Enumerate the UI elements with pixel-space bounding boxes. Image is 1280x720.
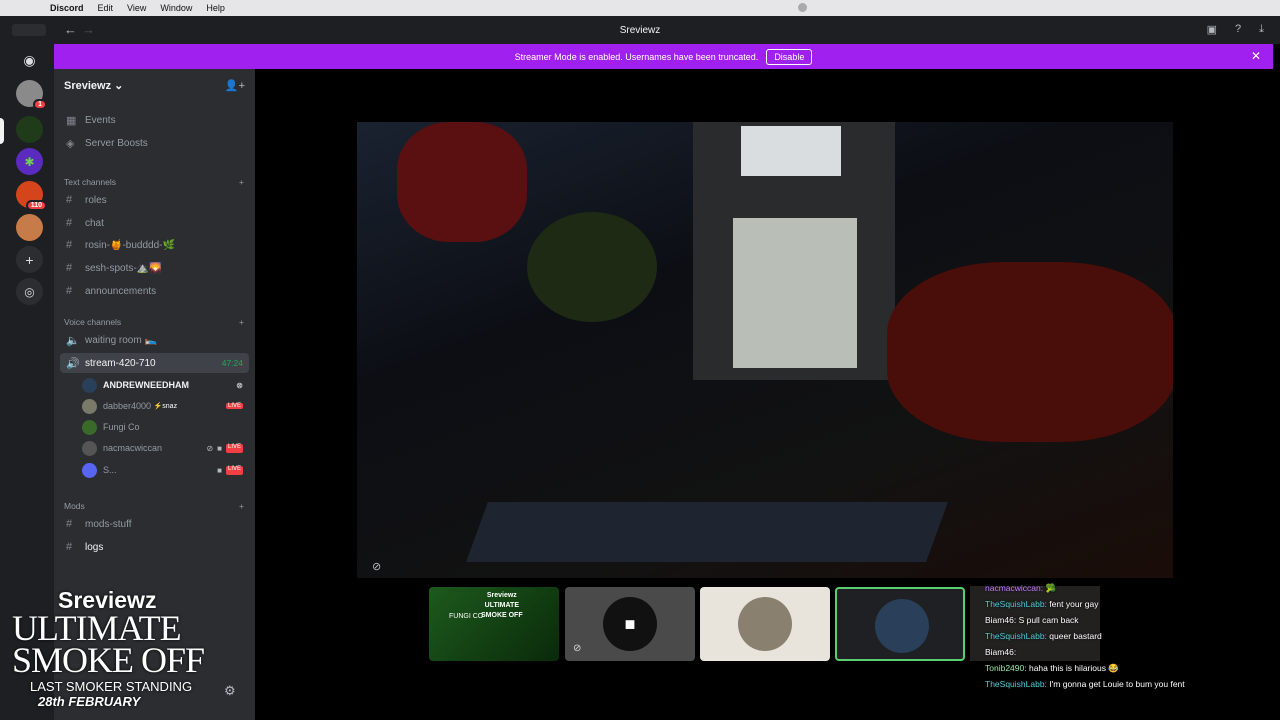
mention-badge: 1 (33, 99, 47, 110)
camera-icon: ■ (217, 443, 222, 453)
channel-chat[interactable]: # chat (60, 213, 249, 233)
main-video-stream[interactable] (357, 122, 1173, 578)
chat-message: nacmacwiccan: 🥦 (985, 583, 1057, 593)
avatar (82, 440, 97, 456)
voice-stream-420-710[interactable]: 🔊 stream-420-710 47:24 (60, 353, 249, 373)
menu-view[interactable]: View (127, 3, 146, 13)
live-badge: LIVE (225, 465, 243, 475)
add-channel-icon[interactable]: + (239, 177, 244, 187)
muted-icon: ⊘ (206, 443, 214, 453)
close-icon[interactable]: ✕ (1251, 49, 1261, 63)
download-icon[interactable]: ⤓ (1259, 23, 1264, 36)
category-voice-channels[interactable]: Voice channels + (64, 317, 244, 327)
overlay-date: 28th FEBRUARY (38, 694, 141, 709)
camera-icon: ■ (603, 597, 657, 651)
voice-timer: 47:24 (221, 358, 243, 368)
category-text-channels[interactable]: Text channels + (64, 177, 244, 187)
banner-text: Streamer Mode is enabled. Usernames have… (514, 51, 759, 62)
server-icon-active[interactable] (16, 116, 43, 143)
add-server-icon[interactable]: + (16, 246, 43, 273)
voice-member[interactable]: S... ■ LIVE (82, 460, 249, 480)
overlay-subtitle: LAST SMOKER STANDING (30, 679, 193, 694)
add-channel-icon[interactable]: + (239, 501, 244, 511)
server-icon[interactable]: ✱ (16, 148, 43, 175)
keyboard (466, 502, 948, 562)
server-icon[interactable]: 1 (16, 80, 47, 110)
menu-window[interactable]: Window (160, 3, 192, 13)
channel-logs[interactable]: # logs (60, 537, 249, 557)
chat-message: TheSquishLabb: I'm gonna get Louie to bu… (985, 679, 1185, 689)
chat-message: TheSquishLabb: fent your gay (985, 599, 1099, 609)
menu-help[interactable]: Help (206, 3, 225, 13)
chat-message: Biam46: S pull cam back (985, 615, 1079, 625)
muted-icon: ⊘ (573, 643, 582, 654)
calendar-icon: ▦ (66, 114, 77, 127)
menu-edit[interactable]: Edit (98, 3, 114, 13)
avatar (82, 462, 97, 478)
voice-waiting-room[interactable]: 🔈 waiting room 🛌 (60, 330, 249, 350)
avatar (82, 398, 97, 414)
stream-thumbnail[interactable]: ■ ⊘ (565, 587, 695, 661)
xbox-icon: ⊗ (236, 380, 243, 390)
chat-message: TheSquishLabb: queer bastard (985, 631, 1102, 641)
disable-button[interactable]: Disable (766, 48, 813, 65)
speaker-icon: 🔊 (66, 357, 80, 370)
help-icon[interactable]: ? (1235, 23, 1241, 36)
nav-server-boosts[interactable]: ◈ Server Boosts (60, 133, 249, 153)
explore-icon[interactable]: ◎ (16, 278, 43, 305)
voice-member[interactable]: ANDREWNEEDHAM ⊗ (82, 375, 249, 395)
add-channel-icon[interactable]: + (239, 317, 244, 327)
mac-menubar: Discord Edit View Window Help (0, 0, 1280, 16)
server-icon[interactable] (16, 214, 43, 241)
avatar (875, 599, 929, 653)
server-name[interactable]: Sreviewz ⌄ (64, 79, 123, 92)
channel-sesh-spots[interactable]: # sesh-spots-⛰️🌄 (60, 258, 249, 278)
channel-mods-stuff[interactable]: # mods-stuff (60, 514, 249, 534)
window-titlebar: ← → Sreviewz ▣ ? ⤓ (0, 16, 1280, 44)
channel-roles[interactable]: # roles (60, 190, 249, 210)
voice-member[interactable]: nacmacwiccan ⊘ ■ LIVE (82, 438, 249, 458)
gear-icon[interactable]: ⚙ (224, 683, 236, 699)
inbox-icon[interactable]: ▣ (1207, 23, 1217, 36)
speaker-icon: 🔈 (66, 334, 80, 347)
avatar (738, 597, 792, 651)
menu-app-name[interactable]: Discord (50, 3, 84, 13)
video-window-frame (693, 122, 895, 380)
stream-thumbnail[interactable]: Sreviewz ULTIMATE SMOKE OFF FUNGI CO (429, 587, 559, 661)
live-badge: LIVE (225, 403, 243, 409)
camera-indicator (798, 3, 807, 12)
chat-overlay: nacmacwiccan: 🥦 TheSquishLabb: fent your… (985, 580, 1245, 692)
server-icon[interactable]: 110 (16, 181, 47, 211)
boost-icon: ◈ (66, 137, 75, 150)
camera-icon: ■ (217, 465, 222, 475)
voice-member[interactable]: Fungi Co (82, 417, 249, 437)
streamer-mode-banner: Streamer Mode is enabled. Usernames have… (54, 44, 1273, 69)
chat-message: Biam46: (985, 647, 1017, 657)
chat-message: Tonib2490: haha this is hilarious 😂 (985, 663, 1119, 673)
overlay-event-title: ULTIMATE SMOKE OFF (12, 608, 205, 680)
discord-home-icon[interactable]: ◉ (16, 47, 43, 74)
add-person-icon[interactable]: 👤+ (225, 79, 245, 92)
stream-thumbnail[interactable] (700, 587, 830, 661)
mention-badge: 110 (25, 200, 47, 211)
muted-stream-icon[interactable]: ⊘ (372, 560, 381, 573)
voice-member[interactable]: dabber4000 ⚡snaz LIVE (82, 396, 249, 416)
avatar (82, 419, 97, 435)
window-title: Sreviewz (619, 25, 661, 36)
nav-events[interactable]: ▦ Events (60, 110, 249, 130)
channel-rosin[interactable]: # rosin-🍯-budddd-🌿 (60, 235, 249, 255)
category-mods[interactable]: Mods + (64, 501, 244, 511)
stream-thumbnail-speaking[interactable] (835, 587, 965, 661)
channel-announcements[interactable]: # announcements (60, 281, 249, 301)
live-badge: LIVE (225, 443, 243, 453)
avatar (82, 377, 97, 393)
